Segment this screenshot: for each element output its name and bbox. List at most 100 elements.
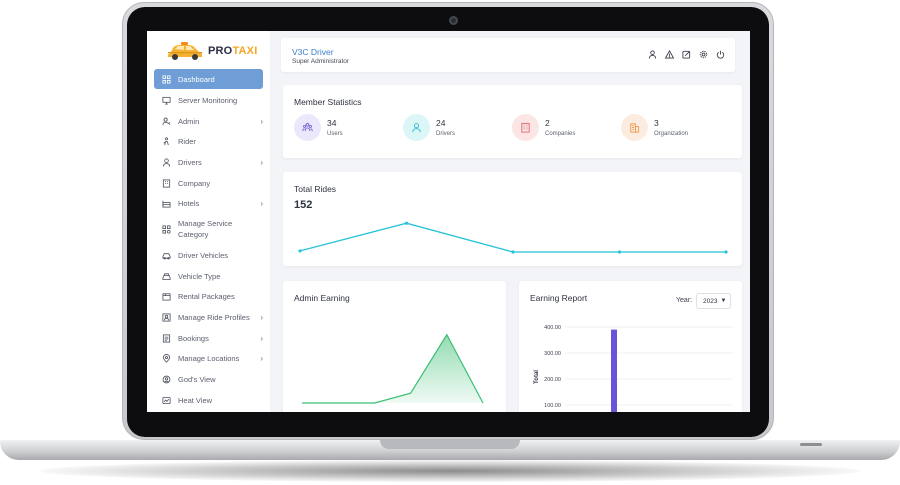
sidebar-item-rider[interactable]: Rider bbox=[154, 131, 263, 152]
bar bbox=[611, 329, 617, 412]
category-icon bbox=[162, 225, 171, 234]
sidebar-item-label: Dashboard bbox=[178, 74, 215, 84]
sidebar-item-label: Manage Service Category bbox=[178, 219, 233, 239]
member-statistics-card: Member Statistics 34 Users 24 Drivers 2 … bbox=[283, 85, 742, 158]
stat-organization[interactable]: 3 Organization bbox=[621, 114, 688, 141]
warning-icon[interactable] bbox=[665, 50, 674, 59]
y-tick-label: 400.00 bbox=[544, 325, 561, 331]
booking-icon bbox=[162, 334, 171, 343]
sidebar-item-label: Admin bbox=[178, 116, 200, 126]
sidebar-item-label: Driver Vehicles bbox=[178, 250, 229, 260]
profile-icon bbox=[162, 313, 171, 322]
sidebar-item-label: Rental Packages bbox=[178, 292, 235, 302]
sidebar-nav: Dashboard Server Monitoring Admin › Rider Dri… bbox=[154, 69, 263, 411]
users-icon bbox=[294, 114, 321, 141]
sidebar-item-driver-vehicles[interactable]: Driver Vehicles bbox=[154, 245, 263, 266]
sidebar-item-label: Company bbox=[178, 178, 211, 188]
settings-icon[interactable] bbox=[699, 50, 708, 59]
rides-point bbox=[724, 250, 728, 254]
grid-icon bbox=[162, 74, 171, 84]
sidebar-item-company[interactable]: Company bbox=[154, 173, 263, 194]
user-name[interactable]: V3C Driver bbox=[292, 47, 334, 57]
admin-icon bbox=[162, 117, 171, 126]
y-tick-label: 300.00 bbox=[544, 351, 561, 357]
stat-drivers[interactable]: 24 Drivers bbox=[403, 114, 455, 141]
total-rides-chart bbox=[298, 221, 728, 254]
stat-label: Companies bbox=[545, 131, 576, 137]
stat-label: Drivers bbox=[436, 131, 455, 137]
app-screen: PROTAXI Dashboard Server Monitoring Admin ›… bbox=[147, 31, 750, 412]
sidebar-item-server-monitoring[interactable]: Server Monitoring bbox=[154, 90, 263, 111]
sidebar-item-label: Manage Ride Profiles bbox=[178, 313, 250, 323]
y-tick-label: 200.00 bbox=[544, 377, 561, 383]
stat-value: 3 bbox=[654, 118, 659, 128]
sidebar-item-hotels[interactable]: Hotels › bbox=[154, 193, 263, 214]
admin-earning-chart bbox=[302, 333, 484, 404]
top-header: V3C Driver Super Administrator bbox=[281, 38, 735, 72]
sidebar-item-label: Heat View bbox=[178, 395, 213, 405]
sidebar-item-dashboard[interactable]: Dashboard bbox=[154, 69, 263, 89]
rides-point bbox=[617, 250, 622, 254]
rider-icon bbox=[162, 137, 171, 146]
laptop-notch bbox=[380, 440, 520, 449]
member-statistics-title: Member Statistics bbox=[294, 97, 362, 107]
package-icon bbox=[162, 292, 171, 301]
hotel-icon bbox=[162, 199, 171, 208]
driver-icon bbox=[162, 158, 171, 167]
sidebar-item-rental-packages[interactable]: Rental Packages bbox=[154, 287, 263, 308]
chevron-right-icon: › bbox=[260, 157, 263, 167]
sidebar-item-label: Vehicle Type bbox=[178, 271, 221, 281]
chevron-right-icon: › bbox=[260, 116, 263, 126]
stat-label: Users bbox=[327, 131, 343, 137]
sidebar-item-manage-service-category[interactable]: Manage Service Category bbox=[154, 214, 263, 245]
laptop-shadow bbox=[40, 460, 860, 482]
monitor-icon bbox=[162, 96, 171, 105]
sidebar-item-label: Server Monitoring bbox=[178, 95, 238, 105]
stat-value: 24 bbox=[436, 118, 446, 128]
sidebar: PROTAXI Dashboard Server Monitoring Admin ›… bbox=[147, 31, 270, 412]
organization-icon bbox=[621, 114, 648, 141]
power-indicator bbox=[800, 443, 822, 446]
sidebar-item-manage-ride-profiles[interactable]: Manage Ride Profiles › bbox=[154, 307, 263, 328]
chevron-right-icon: › bbox=[260, 354, 263, 364]
stat-users[interactable]: 34 Users bbox=[294, 114, 343, 141]
sidebar-item-label: Manage Locations bbox=[178, 354, 240, 364]
vehicle-icon bbox=[162, 251, 171, 260]
stat-companies[interactable]: 2 Companies bbox=[512, 114, 575, 141]
edit-icon[interactable] bbox=[682, 50, 691, 59]
driver-icon bbox=[403, 114, 430, 141]
camera-icon bbox=[449, 16, 458, 25]
earning-report-chart: 400.00 300.00 200.00 100.00 Total bbox=[534, 325, 733, 412]
building-icon bbox=[162, 179, 171, 188]
sidebar-item-bookings[interactable]: Bookings › bbox=[154, 328, 263, 349]
admin-earning-card: Admin Earning bbox=[283, 281, 506, 412]
sidebar-item-label: Hotels bbox=[178, 199, 200, 209]
location-icon bbox=[162, 354, 171, 364]
sidebar-item-vehicle-type[interactable]: Vehicle Type bbox=[154, 266, 263, 287]
power-icon[interactable] bbox=[716, 50, 725, 59]
sidebar-item-manage-locations[interactable]: Manage Locations › bbox=[154, 349, 263, 370]
sidebar-item-admin[interactable]: Admin › bbox=[154, 111, 263, 132]
user-icon[interactable] bbox=[648, 50, 657, 59]
logo-taxi: TAXI bbox=[232, 45, 258, 57]
logo-pro: PRO bbox=[208, 45, 233, 57]
taxi-logo-icon bbox=[167, 41, 203, 61]
app-logo[interactable]: PROTAXI bbox=[167, 36, 257, 66]
chevron-right-icon: › bbox=[260, 313, 263, 323]
y-tick-label: 100.00 bbox=[544, 403, 561, 409]
rides-line bbox=[299, 222, 726, 253]
sidebar-item-drivers[interactable]: Drivers › bbox=[154, 152, 263, 173]
header-actions bbox=[648, 50, 725, 59]
sidebar-item-label: Drivers bbox=[178, 157, 202, 167]
chevron-right-icon: › bbox=[260, 199, 263, 209]
rides-point bbox=[298, 249, 302, 253]
car-icon bbox=[162, 272, 171, 281]
sidebar-item-label: Rider bbox=[178, 137, 196, 147]
chevron-right-icon: › bbox=[260, 333, 263, 343]
sidebar-item-god-s-view[interactable]: God's View bbox=[154, 369, 263, 390]
y-axis-label: Total bbox=[534, 370, 540, 384]
earning-area bbox=[302, 334, 483, 403]
sidebar-item-heat-view[interactable]: Heat View bbox=[154, 390, 263, 411]
building-icon bbox=[512, 114, 539, 141]
stat-value: 34 bbox=[327, 118, 337, 128]
